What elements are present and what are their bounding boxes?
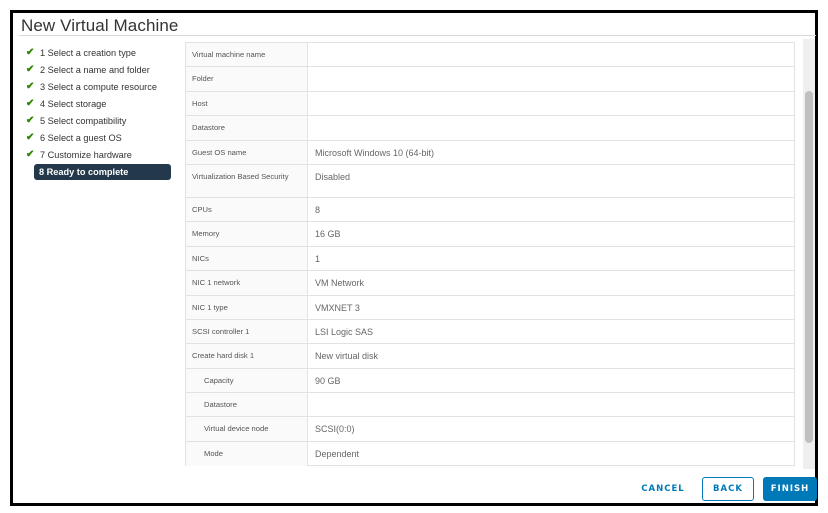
wizard-steps: ✔ 1 Select a creation type ✔ 2 Select a …: [25, 44, 175, 180]
row-value: SCSI(0:0): [315, 424, 355, 435]
table-row: Folder: [186, 67, 794, 92]
row-value: [308, 393, 794, 416]
wizard-step-compatibility[interactable]: ✔ 5 Select compatibility: [25, 112, 175, 129]
vertical-scrollbar[interactable]: [803, 39, 815, 469]
step-label: 6 Select a guest OS: [40, 132, 122, 143]
row-value: [308, 116, 794, 139]
wizard-step-name-folder[interactable]: ✔ 2 Select a name and folder: [25, 61, 175, 78]
row-key: NIC 1 type: [186, 295, 308, 319]
row-key: Guest OS name: [186, 140, 308, 164]
check-icon: ✔: [26, 47, 35, 58]
step-label: 2 Select a name and folder: [40, 64, 150, 75]
table-row: Mode Dependent: [186, 441, 794, 467]
table-row: SCSI controller 1 LSI Logic SAS: [186, 319, 794, 345]
row-key: CPUs: [186, 197, 308, 222]
row-value: [308, 92, 794, 115]
row-value: 16 GB: [315, 229, 341, 240]
row-key: Capacity: [186, 368, 308, 393]
row-key: Host: [186, 91, 308, 116]
row-value: New virtual disk: [315, 351, 379, 362]
wizard-step-ready-to-complete[interactable]: 8 Ready to complete: [34, 164, 171, 180]
table-row: Capacity 90 GB: [186, 368, 794, 394]
title-divider: [19, 35, 816, 36]
row-value: 8: [315, 204, 321, 215]
row-key: Datastore: [186, 116, 308, 140]
row-key: Mode: [186, 441, 308, 467]
table-row: Guest OS name Microsoft Windows 10 (64-b…: [186, 140, 794, 165]
row-value: VM Network: [315, 278, 365, 289]
table-row: NIC 1 network VM Network: [186, 271, 794, 296]
cancel-button[interactable]: CANCEL: [633, 477, 693, 501]
step-label: 7 Customize hardware: [40, 149, 132, 160]
wizard-step-guest-os[interactable]: ✔ 6 Select a guest OS: [25, 129, 175, 146]
table-row: Memory 16 GB: [186, 222, 794, 247]
row-value: [308, 43, 794, 66]
finish-button[interactable]: FINISH: [763, 477, 817, 501]
back-button[interactable]: BACK: [702, 477, 754, 501]
row-key: Create hard disk 1: [186, 344, 308, 368]
check-icon: ✔: [26, 149, 35, 160]
table-row: Datastore: [186, 116, 794, 141]
wizard-step-customize-hardware[interactable]: ✔ 7 Customize hardware: [25, 146, 175, 163]
row-key: SCSI controller 1: [186, 319, 308, 344]
row-key: Folder: [186, 67, 308, 91]
row-key: Datastore: [186, 393, 308, 417]
row-value: Microsoft Windows 10 (64-bit): [315, 147, 435, 158]
scrollbar-thumb[interactable]: [805, 91, 813, 443]
row-key: Virtual machine name: [186, 43, 308, 67]
row-value: 90 GB: [315, 375, 341, 386]
wizard-step-storage[interactable]: ✔ 4 Select storage: [25, 95, 175, 112]
step-label: 5 Select compatibility: [40, 115, 127, 126]
summary-table: Virtual machine name Folder Host Datasto…: [185, 42, 795, 467]
step-label: 8 Ready to complete: [39, 167, 129, 177]
table-row: Datastore: [186, 393, 794, 418]
wizard-step-creation-type[interactable]: ✔ 1 Select a creation type: [25, 44, 175, 61]
table-row: Create hard disk 1 New virtual disk: [186, 344, 794, 369]
check-icon: ✔: [26, 81, 35, 92]
row-value: VMXNET 3: [315, 302, 360, 313]
row-key: Virtual device node: [186, 417, 308, 441]
table-row: Virtual device node SCSI(0:0): [186, 417, 794, 442]
row-key: NIC 1 network: [186, 271, 308, 295]
table-row: NIC 1 type VMXNET 3: [186, 295, 794, 320]
dialog-title: New Virtual Machine: [21, 16, 179, 35]
step-label: 1 Select a creation type: [40, 47, 137, 58]
row-value: LSI Logic SAS: [315, 326, 374, 337]
check-icon: ✔: [26, 115, 35, 126]
step-label: 3 Select a compute resource: [40, 81, 157, 92]
check-icon: ✔: [26, 64, 35, 75]
row-key: Memory: [186, 222, 308, 246]
step-label: 4 Select storage: [40, 98, 107, 109]
check-icon: ✔: [26, 98, 35, 109]
table-row: Virtual machine name: [186, 43, 794, 68]
row-value: Disabled: [315, 171, 351, 182]
table-row: CPUs 8: [186, 197, 794, 223]
table-row: Virtualization Based Security Disabled: [186, 164, 794, 198]
table-row: Host: [186, 91, 794, 117]
new-vm-dialog: New Virtual Machine ✔ 1 Select a creatio…: [10, 10, 818, 506]
row-key: Virtualization Based Security: [186, 164, 308, 197]
wizard-step-compute-resource[interactable]: ✔ 3 Select a compute resource: [25, 78, 175, 95]
row-key: NICs: [186, 246, 308, 271]
table-row: NICs 1: [186, 246, 794, 272]
row-value: [308, 67, 794, 90]
check-icon: ✔: [26, 132, 35, 143]
row-value: 1: [315, 253, 321, 264]
row-value: Dependent: [315, 448, 360, 459]
